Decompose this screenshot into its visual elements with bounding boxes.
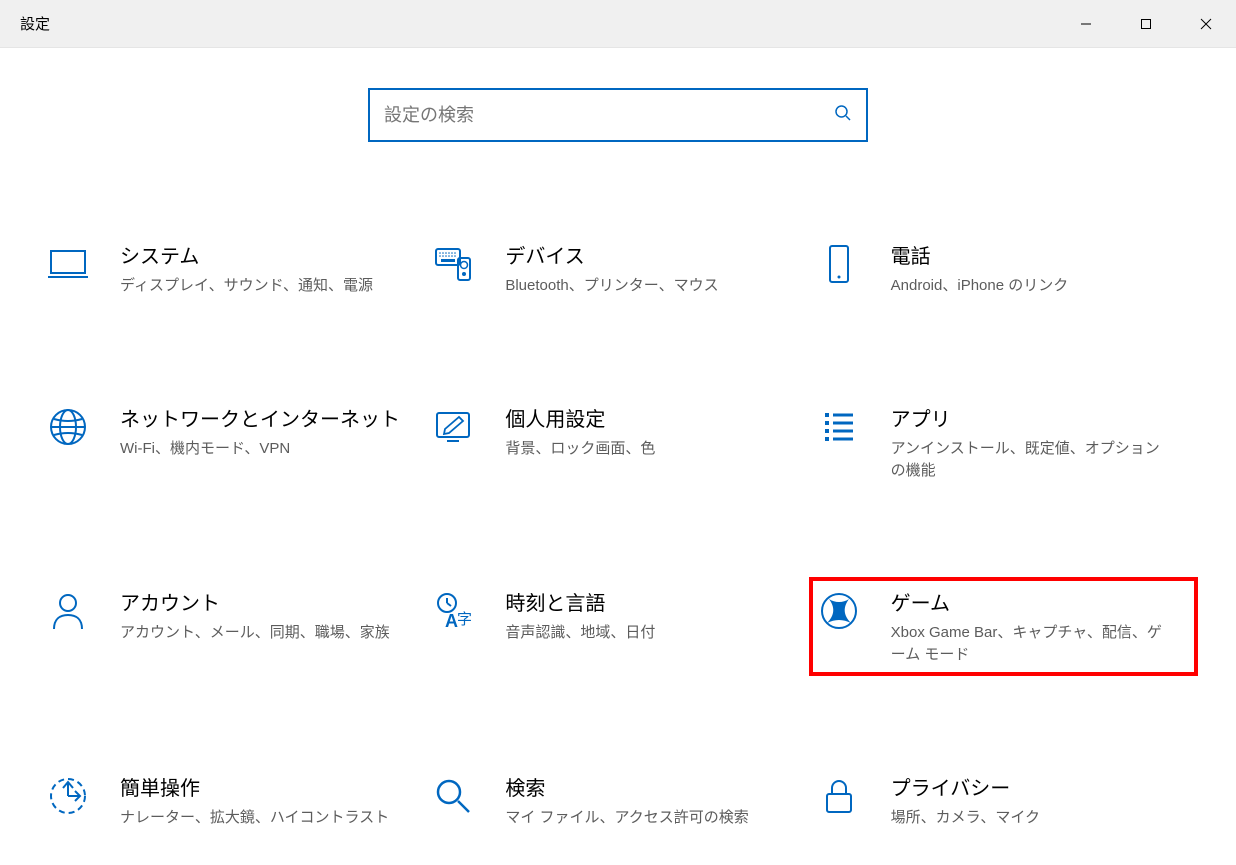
category-desc: ディスプレイ、サウンド、通知、電源 — [120, 275, 401, 297]
categories-grid: システム ディスプレイ、サウンド、通知、電源 デバイス Bluetooth — [0, 232, 1236, 837]
category-desc: Android、iPhone のリンク — [891, 275, 1172, 297]
category-text: ネットワークとインターネット Wi-Fi、機内モード、VPN — [120, 403, 421, 460]
category-personalization[interactable]: 個人用設定 背景、ロック画面、色 — [425, 395, 810, 490]
category-desc: 音声認識、地域、日付 — [505, 622, 786, 644]
ease-of-access-icon — [44, 772, 92, 820]
category-title: 簡単操作 — [120, 772, 401, 801]
apps-icon — [815, 403, 863, 451]
minimize-button[interactable] — [1056, 0, 1116, 47]
category-text: 簡単操作 ナレーター、拡大鏡、ハイコントラスト — [120, 772, 421, 829]
category-accounts[interactable]: アカウント アカウント、メール、同期、職場、家族 — [40, 579, 425, 674]
devices-icon — [429, 240, 477, 288]
category-text: システム ディスプレイ、サウンド、通知、電源 — [120, 240, 421, 297]
category-desc: 背景、ロック画面、色 — [505, 438, 786, 460]
category-title: 検索 — [505, 772, 786, 801]
category-title: ネットワークとインターネット — [120, 403, 401, 432]
category-gaming[interactable]: ゲーム Xbox Game Bar、キャプチャ、配信、ゲーム モード — [811, 579, 1196, 674]
accounts-icon — [44, 587, 92, 635]
search-wrap — [0, 88, 1236, 142]
category-text: アプリ アンインストール、既定値、オプションの機能 — [891, 403, 1192, 482]
window-controls — [1056, 0, 1236, 47]
svg-text:字: 字 — [457, 611, 472, 628]
close-button[interactable] — [1176, 0, 1236, 47]
search-input[interactable] — [384, 105, 834, 126]
category-text: 検索 マイ ファイル、アクセス許可の検索 — [505, 772, 806, 829]
category-desc: アカウント、メール、同期、職場、家族 — [120, 622, 401, 644]
close-icon — [1200, 18, 1212, 30]
system-icon — [44, 240, 92, 288]
category-text: 個人用設定 背景、ロック画面、色 — [505, 403, 806, 460]
minimize-icon — [1080, 18, 1092, 30]
category-title: 電話 — [891, 240, 1172, 269]
category-title: ゲーム — [891, 587, 1172, 616]
category-text: アカウント アカウント、メール、同期、職場、家族 — [120, 587, 421, 644]
category-privacy[interactable]: プライバシー 場所、カメラ、マイク — [811, 764, 1196, 837]
category-title: プライバシー — [891, 772, 1172, 801]
category-desc: アンインストール、既定値、オプションの機能 — [891, 438, 1172, 482]
category-apps[interactable]: アプリ アンインストール、既定値、オプションの機能 — [811, 395, 1196, 490]
category-text: デバイス Bluetooth、プリンター、マウス — [505, 240, 806, 297]
category-desc: ナレーター、拡大鏡、ハイコントラスト — [120, 807, 401, 829]
category-title: システム — [120, 240, 401, 269]
category-desc: マイ ファイル、アクセス許可の検索 — [505, 807, 786, 829]
lock-icon — [815, 772, 863, 820]
time-language-icon: A 字 — [429, 587, 477, 635]
category-title: 個人用設定 — [505, 403, 786, 432]
category-title: 時刻と言語 — [505, 587, 786, 616]
personalize-icon — [429, 403, 477, 451]
search-category-icon — [429, 772, 477, 820]
globe-icon — [44, 403, 92, 451]
category-devices[interactable]: デバイス Bluetooth、プリンター、マウス — [425, 232, 810, 305]
xbox-icon — [815, 587, 863, 635]
category-desc: 場所、カメラ、マイク — [891, 807, 1172, 829]
category-phone[interactable]: 電話 Android、iPhone のリンク — [811, 232, 1196, 305]
search-box[interactable] — [368, 88, 868, 142]
maximize-icon — [1140, 18, 1152, 30]
category-title: アカウント — [120, 587, 401, 616]
window-title: 設定 — [20, 13, 50, 34]
maximize-button[interactable] — [1116, 0, 1176, 47]
category-ease-of-access[interactable]: 簡単操作 ナレーター、拡大鏡、ハイコントラスト — [40, 764, 425, 837]
category-network[interactable]: ネットワークとインターネット Wi-Fi、機内モード、VPN — [40, 395, 425, 490]
category-title: アプリ — [891, 403, 1172, 432]
search-icon — [834, 104, 852, 127]
category-desc: Wi-Fi、機内モード、VPN — [120, 438, 401, 460]
category-system[interactable]: システム ディスプレイ、サウンド、通知、電源 — [40, 232, 425, 305]
category-desc: Bluetooth、プリンター、マウス — [505, 275, 786, 297]
category-text: ゲーム Xbox Game Bar、キャプチャ、配信、ゲーム モード — [891, 587, 1192, 666]
category-text: 時刻と言語 音声認識、地域、日付 — [505, 587, 806, 644]
category-search[interactable]: 検索 マイ ファイル、アクセス許可の検索 — [425, 764, 810, 837]
content: システム ディスプレイ、サウンド、通知、電源 デバイス Bluetooth — [0, 48, 1236, 837]
phone-icon — [815, 240, 863, 288]
titlebar: 設定 — [0, 0, 1236, 48]
category-text: プライバシー 場所、カメラ、マイク — [891, 772, 1192, 829]
category-time-language[interactable]: A 字 時刻と言語 音声認識、地域、日付 — [425, 579, 810, 674]
category-text: 電話 Android、iPhone のリンク — [891, 240, 1192, 297]
category-title: デバイス — [505, 240, 786, 269]
category-desc: Xbox Game Bar、キャプチャ、配信、ゲーム モード — [891, 622, 1172, 666]
